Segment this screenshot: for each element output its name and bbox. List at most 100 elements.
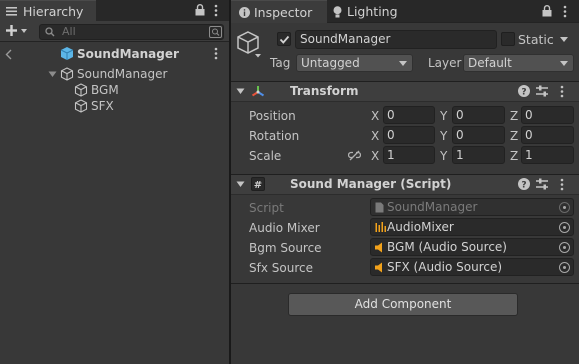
hierarchy-menu-icon[interactable] [210,4,222,18]
axis-x-label[interactable]: X [371,108,379,124]
tag-dropdown-value: Untagged [301,56,360,70]
script-menu-icon[interactable] [556,178,568,192]
help-icon[interactable]: ? [518,178,530,190]
scale-z-field[interactable]: 1 [521,146,574,164]
position-x-field[interactable]: 0 [383,106,435,124]
hierarchy-row-child[interactable]: BGM [0,82,229,98]
script-field: SoundManager [370,198,574,216]
scene-row[interactable]: SoundManager [0,44,229,64]
speaker-icon [375,262,385,273]
sfx-source-label: Sfx Source [249,261,313,275]
audio-mixer-field[interactable]: AudioMixer [370,218,574,236]
static-label: Static [518,32,554,47]
help-icon[interactable]: ? [518,85,530,97]
svg-text:?: ? [521,87,526,97]
inspector-lock-icon[interactable] [542,5,552,17]
axis-y-label[interactable]: Y [440,128,447,144]
axis-y-label[interactable]: Y [440,108,447,124]
axis-z-label[interactable]: Z [510,148,518,164]
layer-dropdown-value: Default [468,56,512,70]
rotation-label: Rotation [249,129,300,143]
axis-z-label[interactable]: Z [510,108,518,124]
add-component-button[interactable]: Add Component [288,293,518,316]
scale-x-field[interactable]: 1 [383,146,435,164]
gameobject-icon [74,99,88,113]
scene-cube-icon [60,46,74,61]
rotation-y-field[interactable]: 0 [452,126,505,144]
add-dropdown-button[interactable] [6,25,34,37]
lock-icon[interactable] [195,4,205,16]
object-picker-icon[interactable] [559,262,570,273]
child-label: BGM [91,83,119,97]
script-component-title: Sound Manager (Script) [290,177,452,191]
tag-dropdown[interactable]: Untagged [296,54,413,72]
layer-label: Layer [428,56,462,70]
hierarchy-search-input[interactable]: All [39,24,224,40]
back-arrow-icon[interactable] [5,49,12,60]
presets-icon[interactable] [536,178,549,190]
constrain-proportions-icon[interactable] [348,150,361,161]
search-placeholder: All [62,25,76,38]
transform-icon [250,84,266,100]
checkmark-icon [279,34,290,45]
expand-arrow-icon[interactable] [48,71,57,78]
scene-name: SoundManager [77,47,179,61]
foldout-arrow-icon[interactable] [236,181,245,188]
active-checkbox[interactable] [277,32,291,46]
audio-mixer-label: Audio Mixer [249,221,320,235]
info-icon [239,7,250,18]
child-label: SFX [91,99,114,113]
layer-dropdown[interactable]: Default [463,54,574,72]
axis-x-label[interactable]: X [371,128,379,144]
gameobject-large-icon[interactable] [236,30,264,58]
component-separator [231,283,579,284]
transform-header[interactable]: Transform ? [231,81,579,102]
tab-hierarchy[interactable]: Hierarchy [0,0,96,21]
scene-menu-icon[interactable] [210,47,222,61]
object-picker-icon [559,202,570,213]
script-label: Script [249,201,284,215]
tag-label: Tag [270,56,291,70]
position-y-field[interactable]: 0 [452,106,505,124]
search-icon [45,27,55,37]
script-component-header[interactable]: # Sound Manager (Script) ? [231,174,579,195]
list-icon [6,7,17,16]
scale-y-field[interactable]: 1 [452,146,505,164]
hierarchy-row-root[interactable]: SoundManager [0,66,229,82]
position-label: Position [249,109,296,123]
static-checkbox[interactable] [501,32,515,46]
sfx-source-value: SFX (Audio Source) [387,260,503,274]
bgm-source-label: Bgm Source [249,241,322,255]
tab-lighting[interactable]: Lighting [331,0,417,23]
tab-inspector[interactable]: Inspector [231,0,327,23]
script-enabled-checkbox[interactable]: # [251,177,265,191]
object-picker-icon[interactable] [559,222,570,233]
object-name-field[interactable]: SoundManager [295,30,497,49]
speaker-icon [375,242,385,253]
axis-z-label[interactable]: Z [510,128,518,144]
presets-icon[interactable] [536,85,549,97]
static-dropdown-arrow-icon[interactable] [559,33,569,45]
chevron-down-icon [560,61,568,66]
script-file-icon [375,202,384,213]
tab-lighting-label: Lighting [347,4,398,19]
transform-menu-icon[interactable] [556,85,568,99]
object-picker-icon[interactable] [559,242,570,253]
audio-mixer-icon [375,222,386,233]
position-z-field[interactable]: 0 [521,106,574,124]
bgm-source-field[interactable]: BGM (Audio Source) [370,238,574,256]
tab-hierarchy-label: Hierarchy [23,4,84,19]
inspector-menu-icon[interactable] [559,5,571,19]
bgm-source-value: BGM (Audio Source) [387,240,507,254]
gameobject-icon [60,67,74,81]
rotation-x-field[interactable]: 0 [383,126,435,144]
scale-label: Scale [249,149,282,163]
sfx-source-field[interactable]: SFX (Audio Source) [370,258,574,276]
scene-search-icon[interactable] [209,26,222,38]
axis-x-label[interactable]: X [371,148,379,164]
hierarchy-row-child[interactable]: SFX [0,98,229,114]
gameobject-icon [74,83,88,97]
axis-y-label[interactable]: Y [440,148,447,164]
rotation-z-field[interactable]: 0 [521,126,574,144]
foldout-arrow-icon[interactable] [236,88,245,95]
